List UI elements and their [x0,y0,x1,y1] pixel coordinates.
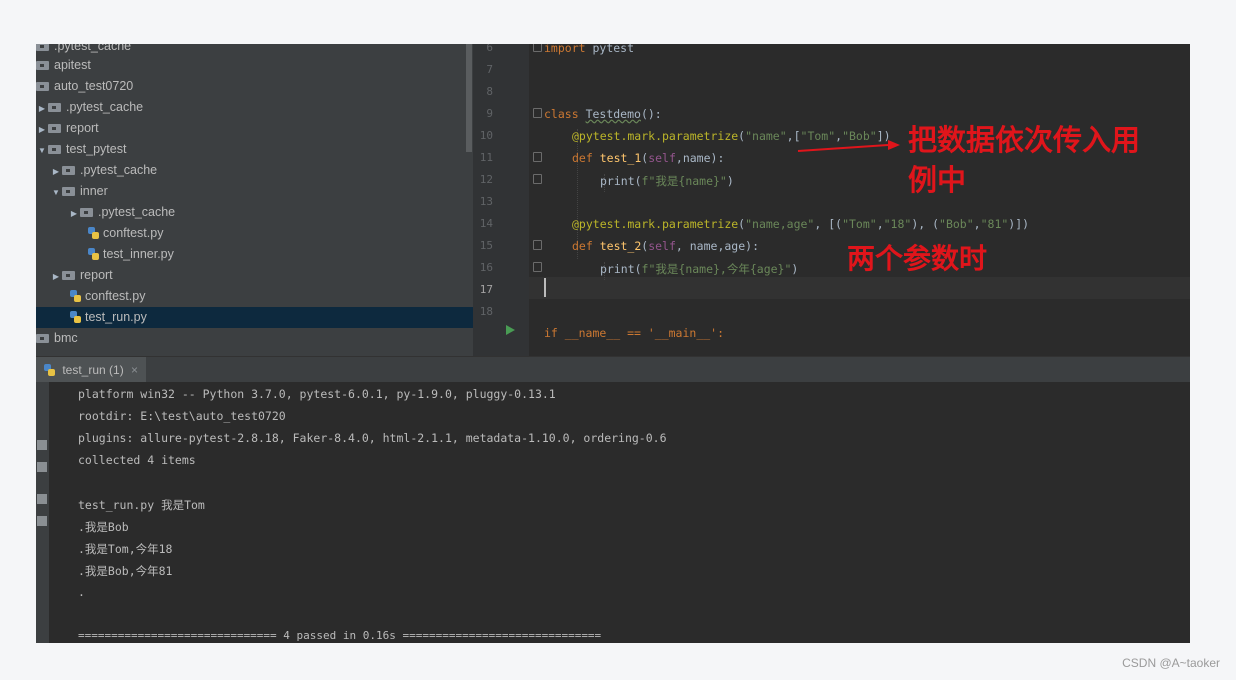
folder-icon [36,334,49,343]
code-line-15: def test_2(self, name,age): [572,239,759,253]
chevron-down-icon[interactable]: ▼ [50,182,62,203]
tree-item-bmc[interactable]: bmc [36,328,473,349]
annotation-text: 把数据依次传入用 例中 [908,123,1141,197]
chevron-right-icon[interactable]: ▶ [68,203,80,224]
console-line: .我是Tom,今年18 [78,542,173,556]
fold-marker[interactable] [533,44,542,52]
console-summary-line: ============================== 4 passed … [78,629,602,642]
folder-icon [48,145,61,154]
console-line: .我是Bob [78,520,129,534]
ide-window: .pytest_cache apitest auto_test0720 ▶ .py… [36,44,1190,643]
folder-icon [36,82,49,91]
chevron-right-icon[interactable]: ▶ [50,266,62,287]
fold-marker[interactable] [533,262,542,272]
text-caret [544,278,546,297]
run-console[interactable]: platform win32 -- Python 3.7.0, pytest-6… [49,382,1190,643]
annotation-text: 两个参数时 [847,242,988,275]
chevron-right-icon[interactable]: ▶ [50,161,62,182]
line-number: 16 [479,261,493,274]
line-number: 10 [479,129,493,142]
tree-scrollbar[interactable] [466,44,472,152]
folder-icon [62,166,75,175]
close-icon[interactable]: × [131,363,138,377]
delete-icon[interactable] [37,516,47,526]
tree-item-apitest[interactable]: apitest [36,55,473,76]
line-number: 9 [486,107,493,120]
tree-item-report[interactable]: ▶ report [36,265,473,286]
tree-item-auto-test0720[interactable]: auto_test0720 [36,76,473,97]
run-toolbar [36,382,49,643]
folder-icon [62,271,75,280]
line-number: 8 [486,85,493,98]
chevron-right-icon[interactable]: ▶ [36,119,48,140]
folder-icon [80,208,93,217]
folder-icon [62,187,75,196]
line-number: 12 [479,173,493,186]
run-tab-bar: test_run (1) × [36,356,1190,383]
tree-item-report[interactable]: ▶ report [36,118,473,139]
folder-icon [36,61,49,70]
line-number: 15 [479,239,493,252]
code-line-19: if __name__ == '__main__': [544,326,725,340]
watermark: CSDN @A~taoker [1122,656,1220,670]
tab-test-run[interactable]: test_run (1) × [36,357,147,383]
scroll-to-end-icon[interactable] [37,462,47,472]
python-file-icon [44,364,55,376]
code-line-9: class Testdemo(): [544,107,662,121]
tree-item-pytest-cache[interactable]: ▶ .pytest_cache [36,160,473,181]
project-tree: .pytest_cache apitest auto_test0720 ▶ .py… [36,44,473,356]
line-number: 7 [486,63,493,76]
console-line: . [78,585,85,599]
tree-item-test-inner-py[interactable]: test_inner.py [36,244,473,265]
fold-marker[interactable] [533,240,542,250]
print-icon[interactable] [37,494,47,504]
console-line: collected 4 items [78,453,196,467]
folder-icon [48,124,61,133]
line-number: 11 [479,151,493,164]
tree-item-conftest-py[interactable]: conftest.py [36,286,473,307]
fold-marker[interactable] [533,174,542,184]
current-line-highlight [529,277,1190,299]
rerun-icon[interactable] [37,440,47,450]
code-line-14: @pytest.mark.parametrize("name,age", [("… [572,217,1030,231]
tree-item-test-pytest[interactable]: ▼ test_pytest [36,139,473,160]
console-line: test_run.py 我是Tom [78,498,205,512]
fold-marker[interactable] [533,152,542,162]
line-number: 14 [479,217,493,230]
console-line: platform win32 -- Python 3.7.0, pytest-6… [78,387,556,401]
chevron-down-icon[interactable]: ▼ [36,140,48,161]
folder-icon [36,44,49,51]
code-editor[interactable] [529,44,1190,356]
console-line: .我是Bob,今年81 [78,564,173,578]
line-number: 18 [479,305,493,318]
fold-marker[interactable] [533,108,542,118]
python-file-icon [88,248,99,260]
line-number-current: 17 [479,283,493,296]
python-file-icon [70,311,81,323]
code-line-16: print(f"我是{name},今年{age}") [600,262,799,276]
python-file-icon [88,227,99,239]
tree-item-pytest-cache[interactable]: ▶ .pytest_cache [36,97,473,118]
tree-item-inner[interactable]: ▼ inner [36,181,473,202]
run-gutter-icon[interactable] [506,325,515,335]
annotation-arrow [797,140,900,152]
python-file-icon [70,290,81,302]
chevron-right-icon[interactable]: ▶ [36,98,48,119]
line-number: 6 [486,44,493,54]
console-line: rootdir: E:\test\auto_test0720 [78,409,286,423]
line-number: 13 [479,195,493,208]
tree-item-pytest-cache[interactable]: ▶ .pytest_cache [36,202,473,223]
folder-icon [48,103,61,112]
tree-item-test-run-py[interactable]: test_run.py [36,307,473,328]
tree-item-conftest-py[interactable]: conftest.py [36,223,473,244]
console-line: plugins: allure-pytest-2.8.18, Faker-8.4… [78,431,667,445]
code-line-6: import pytest [544,44,635,55]
code-line-12: print(f"我是{name}") [600,174,734,188]
code-line-11: def test_1(self,name): [572,151,725,165]
